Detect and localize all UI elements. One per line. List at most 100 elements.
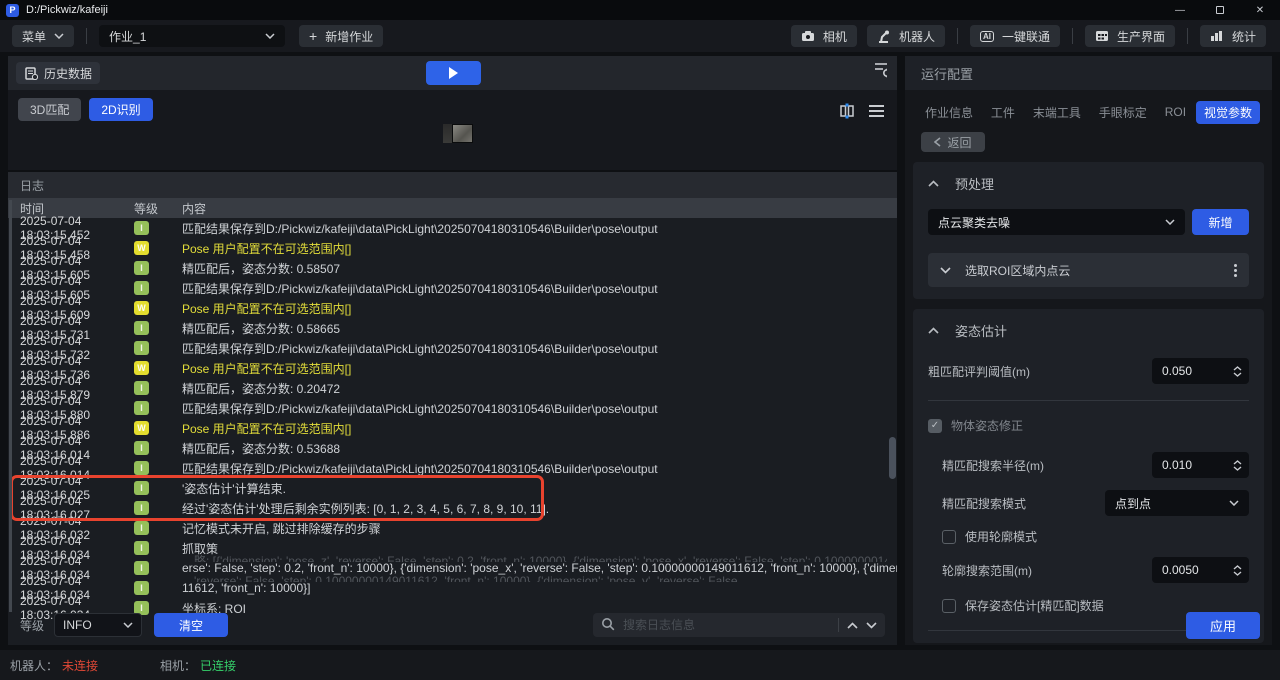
roi-pointcloud-card[interactable]: 选取ROI区域内点云: [928, 253, 1249, 287]
contour-mode-checkbox[interactable]: [942, 530, 956, 544]
kebab-menu-icon[interactable]: [1234, 264, 1237, 277]
new-job-label: 新增作业: [325, 28, 373, 45]
log-scrollbar-thumb[interactable]: [889, 437, 896, 479]
history-data-label: 历史数据: [44, 65, 92, 82]
fine-mode-value: 点到点: [1115, 495, 1151, 512]
play-icon: [449, 67, 458, 79]
config-tab-2[interactable]: 末端工具: [1025, 101, 1089, 124]
ai-icon: AI: [980, 31, 994, 42]
log-row[interactable]: 2025-07-04 18:03:15,731I精匹配后，姿态分数: 0.586…: [8, 318, 897, 338]
job-select[interactable]: 作业_1: [99, 25, 285, 47]
history-data-icon: [24, 66, 38, 80]
fine-mode-label: 精匹配搜索模式: [942, 495, 1026, 512]
robot-button[interactable]: 机器人: [867, 25, 945, 47]
log-row[interactable]: 2025-07-04 18:03:16,014I匹配结果保存到D:/Pickwi…: [8, 458, 897, 478]
log-row[interactable]: 2025-07-04 18:03:15,605I匹配结果保存到D:/Pickwi…: [8, 278, 897, 298]
log-row[interactable]: 2025-07-04 18:03:15,736WPose 用户配置不在可选范围内…: [8, 358, 897, 378]
save-pose-data-checkbox[interactable]: [942, 599, 956, 613]
log-column-content: 内容: [182, 200, 897, 217]
log-row[interactable]: 2025-07-04 18:03:15,452I匹配结果保存到D:/Pickwi…: [8, 218, 897, 238]
new-job-button[interactable]: + 新增作业: [299, 25, 383, 47]
log-row[interactable]: 2025-07-04 18:03:16,032I记忆模式未开启, 跳过排除缓存的…: [8, 518, 897, 538]
log-left-scrollbar[interactable]: [9, 200, 12, 612]
apply-button[interactable]: 应用: [1186, 612, 1260, 639]
run-button[interactable]: [426, 61, 481, 85]
log-row-content: Pose 用户配置不在可选范围内[]: [182, 420, 897, 437]
split-view-icon[interactable]: [838, 102, 856, 123]
back-button[interactable]: 返回: [921, 132, 985, 152]
close-button[interactable]: ✕: [1240, 0, 1280, 20]
divider: [86, 28, 87, 44]
preprocessing-title: 预处理: [955, 174, 994, 193]
log-row[interactable]: 2025-07-04 18:03:15,886WPose 用户配置不在可选范围内…: [8, 418, 897, 438]
log-row[interactable]: 2025-07-04 18:03:15,732I匹配结果保存到D:/Pickwi…: [8, 338, 897, 358]
divider: [1187, 28, 1188, 44]
chevron-down-icon: [1229, 500, 1239, 506]
log-filter-settings-icon[interactable]: [873, 63, 887, 77]
tab-3d-match[interactable]: 3D匹配: [18, 98, 81, 121]
collapse-icon[interactable]: [928, 180, 939, 187]
fine-radius-input[interactable]: 0.010: [1152, 452, 1249, 478]
level-filter-select[interactable]: INFO: [54, 613, 142, 637]
log-row[interactable]: 2025-07-04 18:03:15,609WPose 用户配置不在可选范围内…: [8, 298, 897, 318]
divider: [1072, 28, 1073, 44]
log-row[interactable]: 2025-07-04 18:03:15,605I精匹配后，姿态分数: 0.585…: [8, 258, 897, 278]
config-tab-3[interactable]: 手眼标定: [1091, 101, 1155, 124]
production-grid-icon: [1095, 29, 1109, 43]
warning-badge: W: [134, 241, 149, 255]
restore-button[interactable]: [1200, 0, 1240, 20]
add-step-button[interactable]: 新增: [1192, 209, 1249, 235]
log-row[interactable]: 2025-07-04 18:03:16,034Ierse': False, 's…: [8, 558, 897, 578]
spinner-icons[interactable]: [1233, 565, 1242, 576]
log-row[interactable]: 2025-07-04 18:03:16,034I抓取策略: [{'dimensi…: [8, 538, 897, 558]
search-input[interactable]: [623, 618, 830, 632]
image-thumbnail[interactable]: [443, 124, 473, 143]
title-bar: P D:/Pickwiz/kafeiji — ✕: [0, 0, 1280, 20]
camera-button[interactable]: 相机: [791, 25, 857, 47]
info-badge: I: [134, 481, 149, 495]
log-row[interactable]: 2025-07-04 18:03:16,014I精匹配后，姿态分数: 0.536…: [8, 438, 897, 458]
log-table-header: 时间 等级 内容: [8, 198, 897, 218]
log-row[interactable]: 2025-07-04 18:03:15,880I匹配结果保存到D:/Pickwi…: [8, 398, 897, 418]
menu-dropdown[interactable]: 菜单: [12, 25, 74, 47]
pose-correction-checkbox[interactable]: ✓: [928, 419, 942, 433]
log-row[interactable]: 2025-07-04 18:03:15,458WPose 用户配置不在可选范围内…: [8, 238, 897, 258]
contour-range-input[interactable]: 0.0050: [1152, 557, 1249, 583]
robot-status-value: 未连接: [62, 657, 98, 674]
log-panel: 日志 时间 等级 内容 2025-07-04 18:03:15,452I匹配结果…: [8, 172, 897, 645]
app-window: P D:/Pickwiz/kafeiji — ✕ 菜单 作业_1 + 新增作业 …: [0, 0, 1280, 680]
info-badge: I: [134, 501, 149, 515]
production-view-button[interactable]: 生产界面: [1085, 25, 1175, 47]
config-tab-0[interactable]: 作业信息: [917, 101, 981, 124]
search-next-icon[interactable]: [866, 618, 877, 632]
log-row[interactable]: 2025-07-04 18:03:15,879I精匹配后，姿态分数: 0.204…: [8, 378, 897, 398]
search-prev-icon[interactable]: [847, 618, 858, 632]
spinner-icons[interactable]: [1233, 366, 1242, 377]
window-title: D:/Pickwiz/kafeiji: [26, 4, 108, 16]
log-row-content: 精匹配后，姿态分数: 0.58507: [182, 260, 897, 277]
preprocess-step-select[interactable]: 点云聚类去噪: [928, 209, 1185, 235]
one-key-connect-button[interactable]: AI 一键联通: [970, 25, 1060, 47]
config-tab-4[interactable]: ROI: [1157, 102, 1194, 122]
tab-2d-recognition[interactable]: 2D识别: [89, 98, 152, 121]
log-row-highlighted[interactable]: 2025-07-04 18:03:16,027I经过'姿态估计'处理后剩余实例列…: [8, 498, 897, 518]
warning-badge: W: [134, 361, 149, 375]
minimize-button[interactable]: —: [1160, 0, 1200, 20]
log-row[interactable]: 2025-07-04 18:03:16,034I11612, 'front_n'…: [8, 578, 897, 598]
menu-label: 菜单: [22, 28, 46, 45]
expand-icon[interactable]: [940, 263, 951, 277]
log-row-content: 精匹配后，姿态分数: 0.53688: [182, 440, 897, 457]
menu-lines-icon[interactable]: [868, 104, 885, 121]
collapse-icon[interactable]: [928, 327, 939, 334]
fine-mode-select[interactable]: 点到点: [1105, 490, 1249, 516]
spinner-icons[interactable]: [1233, 460, 1242, 471]
clear-log-button[interactable]: 清空: [154, 613, 228, 637]
statistics-button[interactable]: 统计: [1200, 25, 1266, 47]
coarse-threshold-input[interactable]: 0.050: [1152, 358, 1249, 384]
history-data-button[interactable]: 历史数据: [16, 62, 100, 84]
coarse-threshold-label: 粗匹配评判阈值(m): [928, 363, 1030, 380]
log-row-highlighted[interactable]: 2025-07-04 18:03:16,025I'姿态估计'计算结束.: [8, 478, 897, 498]
config-tab-5[interactable]: 视觉参数: [1196, 101, 1260, 124]
info-badge: I: [134, 381, 149, 395]
config-tab-1[interactable]: 工件: [983, 101, 1023, 124]
